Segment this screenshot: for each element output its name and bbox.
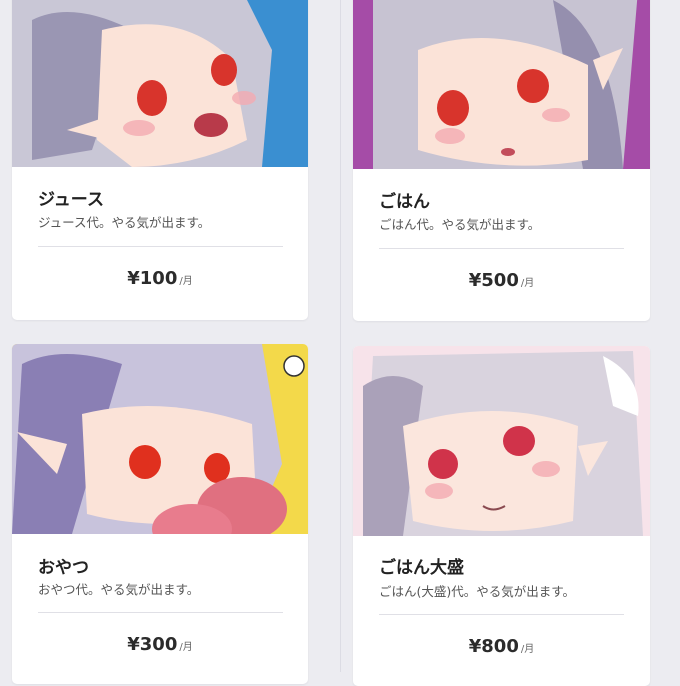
left-eye — [428, 449, 458, 479]
right-eye — [503, 426, 535, 456]
card-divider — [379, 614, 624, 615]
card-divider — [38, 246, 283, 247]
plan-description: ごはん(大盛)代。やる気が出ます。 — [379, 584, 576, 599]
price-unit: /月 — [520, 278, 535, 289]
plan-image-juice — [12, 0, 308, 167]
price-row: ¥800/月 — [353, 636, 650, 657]
blush-left — [435, 128, 465, 144]
price-unit: /月 — [179, 642, 193, 653]
price-row: ¥300/月 — [12, 634, 308, 655]
plan-title: ごはん大盛 — [379, 558, 464, 578]
right-eye — [204, 453, 230, 483]
right-eye — [517, 69, 549, 103]
plan-card-oyatsu[interactable]: おやつ おやつ代。やる気が出ます。 ¥300/月 — [12, 344, 308, 684]
plan-title: ごはん — [379, 192, 430, 212]
left-eye — [137, 80, 167, 116]
card-divider — [38, 612, 283, 613]
price-value: ¥300 — [127, 634, 178, 655]
price-unit: /月 — [179, 276, 193, 287]
price-value: ¥800 — [468, 636, 519, 657]
plan-card-juice[interactable]: ジュース ジュース代。やる気が出ます。 ¥100/月 — [12, 0, 308, 320]
plan-card-gohan-oomori[interactable]: ごはん大盛 ごはん(大盛)代。やる気が出ます。 ¥800/月 — [353, 346, 650, 686]
plan-card-gohan[interactable]: ごはん ごはん代。やる気が出ます。 ¥500/月 — [353, 0, 650, 321]
price-value: ¥500 — [468, 270, 519, 291]
blush-left — [425, 483, 453, 499]
card-divider — [379, 248, 624, 249]
price-unit: /月 — [520, 644, 535, 655]
plan-title: ジュース — [38, 190, 104, 210]
blush-right — [232, 91, 256, 105]
plan-description: おやつ代。やる気が出ます。 — [38, 582, 200, 597]
mouth-shape — [501, 148, 515, 156]
plan-title: おやつ — [38, 558, 89, 578]
blush-left — [123, 120, 155, 136]
plan-description: ごはん代。やる気が出ます。 — [379, 217, 541, 232]
left-eye — [437, 90, 469, 126]
price-row: ¥500/月 — [353, 270, 650, 291]
price-row: ¥100/月 — [12, 268, 308, 289]
plan-image-gohan-oomori — [353, 346, 650, 536]
plan-image-gohan — [353, 0, 650, 169]
thought-bubble — [283, 355, 305, 377]
blush-right — [542, 108, 570, 122]
plan-image-oyatsu — [12, 344, 308, 534]
blush-right — [532, 461, 560, 477]
right-eye — [211, 54, 237, 86]
column-divider — [340, 0, 341, 672]
plan-description: ジュース代。やる気が出ます。 — [38, 215, 211, 230]
price-value: ¥100 — [127, 268, 178, 289]
mouth-shape — [194, 113, 228, 137]
left-eye — [129, 445, 161, 479]
